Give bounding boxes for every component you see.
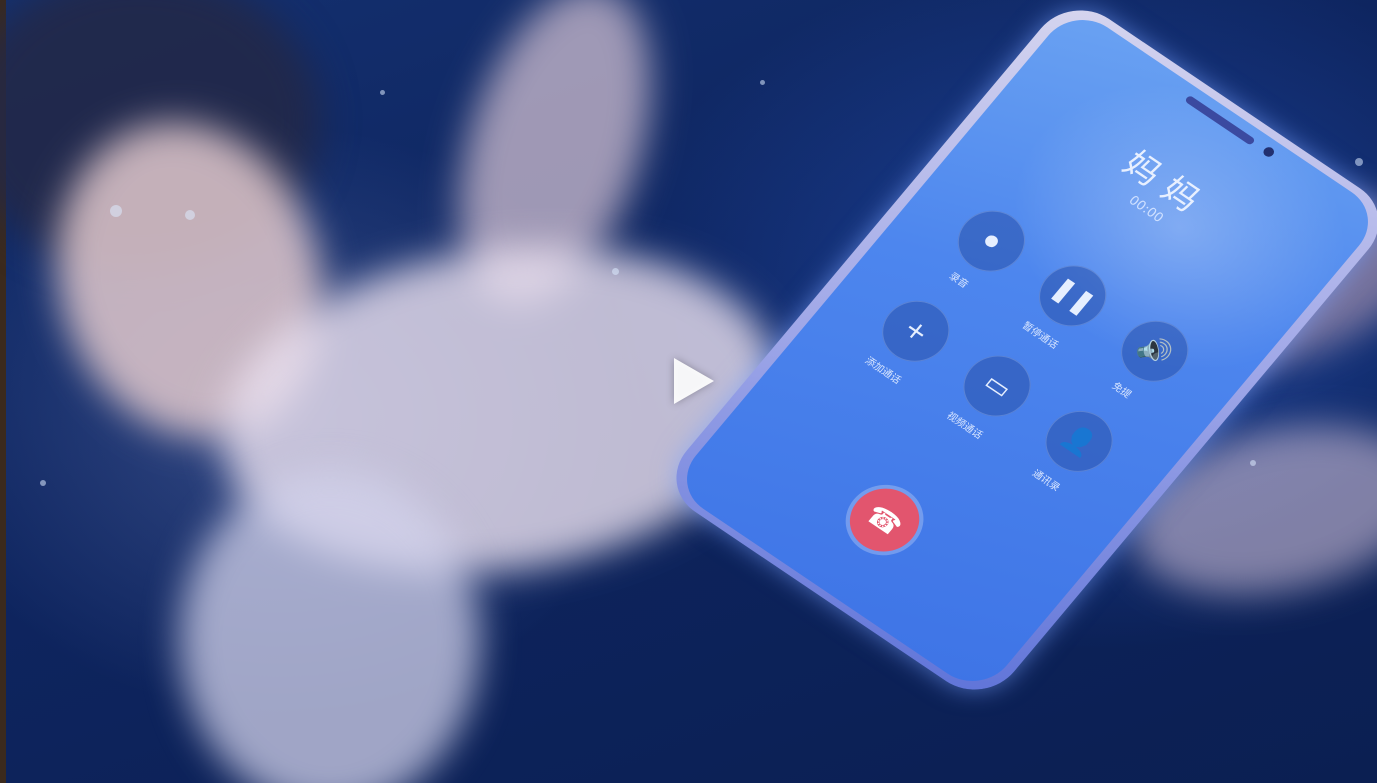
video-player[interactable]: 妈妈 00:00 ⏺ 录音 ❚❚ 暂停通话 🔊 免提 + 添加通话 ▭ 视频通话	[0, 0, 1377, 783]
bubble	[1250, 460, 1256, 466]
bubble	[40, 480, 46, 486]
bubble	[110, 205, 122, 217]
play-icon[interactable]	[674, 358, 714, 404]
record-label: 录音	[946, 271, 971, 291]
bubble	[760, 80, 765, 85]
bubble	[612, 268, 619, 275]
bubble	[1355, 158, 1363, 166]
bubble	[380, 90, 385, 95]
speaker-label: 免提	[1109, 381, 1134, 401]
bubble	[185, 210, 195, 220]
